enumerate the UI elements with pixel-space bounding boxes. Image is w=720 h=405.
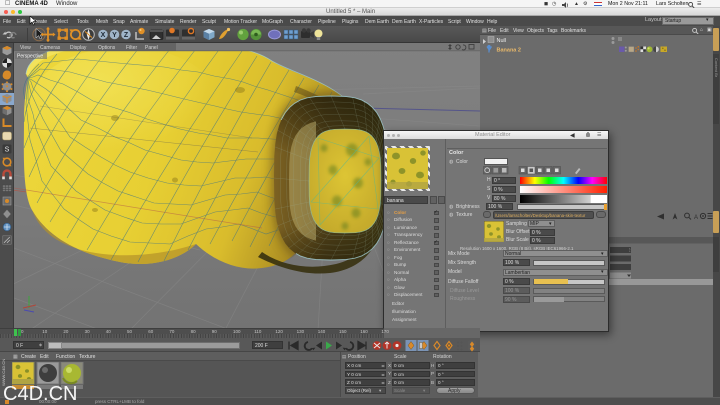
svg-text:Panel: Panel bbox=[145, 45, 158, 51]
svg-text:Display: Display bbox=[70, 45, 87, 51]
svg-text:Banana 2: Banana 2 bbox=[497, 48, 521, 54]
svg-text:Cameras: Cameras bbox=[40, 45, 61, 51]
svg-text:View: View bbox=[20, 45, 31, 51]
svg-text:Null: Null bbox=[497, 38, 506, 44]
svg-text:S: S bbox=[5, 147, 10, 154]
svg-text:X: X bbox=[101, 32, 106, 39]
svg-text:Filter: Filter bbox=[126, 45, 137, 51]
svg-text:Z: Z bbox=[124, 32, 129, 39]
svg-text:Perspective: Perspective bbox=[17, 54, 43, 60]
svg-text:A: A bbox=[694, 215, 698, 221]
svg-text:Options: Options bbox=[98, 45, 116, 51]
svg-text:Y: Y bbox=[112, 32, 117, 39]
